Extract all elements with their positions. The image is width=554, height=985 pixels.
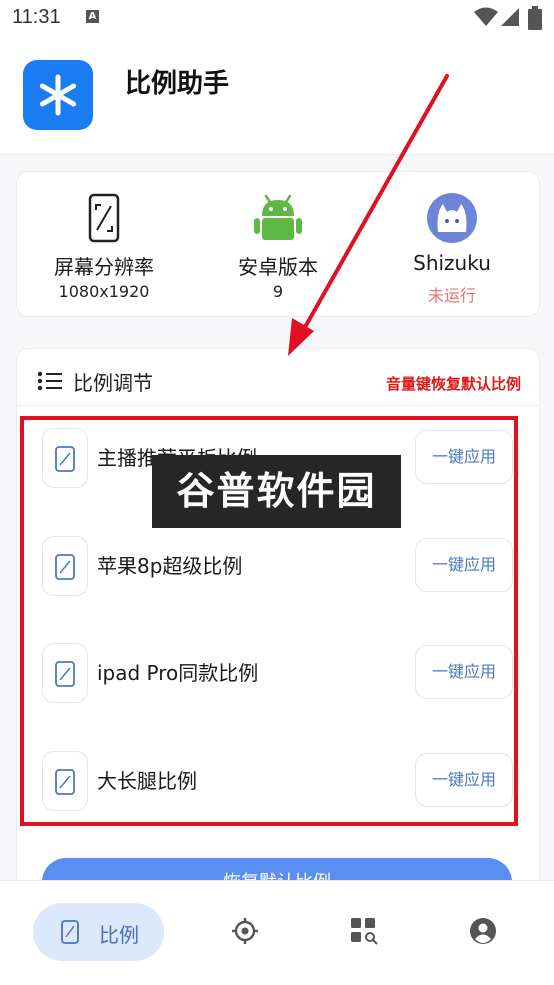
crosshair-icon[interactable] (231, 917, 259, 945)
info-label-android: 安卓版本 (238, 255, 318, 279)
notification-a-icon: A (86, 10, 99, 23)
apply-button[interactable]: 一键应用 (415, 753, 513, 807)
signal-icon (501, 8, 519, 26)
info-label-shizuku: Shizuku (413, 251, 491, 275)
status-time: 11:31 (12, 6, 61, 28)
profile-icon[interactable] (469, 917, 497, 945)
tablet-icon (42, 751, 88, 811)
app-header: 比例助手 (0, 40, 554, 155)
tablet-icon (42, 536, 88, 596)
device-info-card: 屏幕分辨率 1080x1920 安卓版本 9 Shizuku 未运行 (16, 171, 540, 317)
watermark-text: 谷普软件园 (176, 469, 377, 513)
info-value-shizuku: 未运行 (427, 286, 476, 305)
volume-key-hint: 音量键恢复默认比例 (385, 375, 521, 393)
ratio-name: ipad Pro同款比例 (97, 661, 259, 685)
ratio-item: 苹果8p超级比例 一键应用 (17, 519, 539, 615)
tablet-icon (61, 920, 79, 944)
app-search-icon[interactable] (350, 917, 378, 945)
ratio-card-header: 比例调节 音量键恢复默认比例 (17, 349, 539, 406)
info-value-resolution: 1080x1920 (58, 282, 150, 301)
ratio-item: 大长腿比例 一键应用 (17, 734, 539, 830)
info-value-android: 9 (272, 282, 284, 301)
apply-button[interactable]: 一键应用 (415, 430, 513, 484)
ratio-adjust-card: 比例调节 音量键恢复默认比例 主播推荐平板比例 一键应用 苹果8p超级比例 一键… (16, 348, 540, 910)
bottom-nav: 比例 (0, 880, 554, 985)
watermark-banner: 谷普软件园 (152, 455, 401, 528)
tablet-icon (42, 428, 88, 488)
shizuku-icon (427, 193, 477, 243)
info-resolution: 屏幕分辨率 1080x1920 (17, 172, 191, 316)
wifi-icon (474, 7, 498, 26)
info-shizuku: Shizuku 未运行 (365, 172, 539, 316)
ratio-name: 大长腿比例 (97, 769, 197, 793)
ratio-name: 苹果8p超级比例 (97, 554, 243, 578)
nav-tab-ratio[interactable]: 比例 (33, 903, 164, 961)
android-icon (254, 194, 302, 240)
info-label-resolution: 屏幕分辨率 (54, 255, 154, 279)
list-icon (37, 371, 62, 391)
info-android: 安卓版本 9 (191, 172, 365, 316)
apply-button[interactable]: 一键应用 (415, 538, 513, 592)
nav-ratio-label: 比例 (99, 923, 139, 947)
phone-resolution-icon (88, 193, 120, 243)
app-title: 比例助手 (125, 69, 230, 99)
status-bar: 11:31 A (0, 0, 554, 40)
tablet-icon (42, 643, 88, 703)
battery-icon (528, 6, 542, 30)
app-logo-icon (23, 60, 93, 130)
ratio-section-title: 比例调节 (73, 371, 153, 395)
ratio-item: ipad Pro同款比例 一键应用 (17, 626, 539, 722)
apply-button[interactable]: 一键应用 (415, 645, 513, 699)
